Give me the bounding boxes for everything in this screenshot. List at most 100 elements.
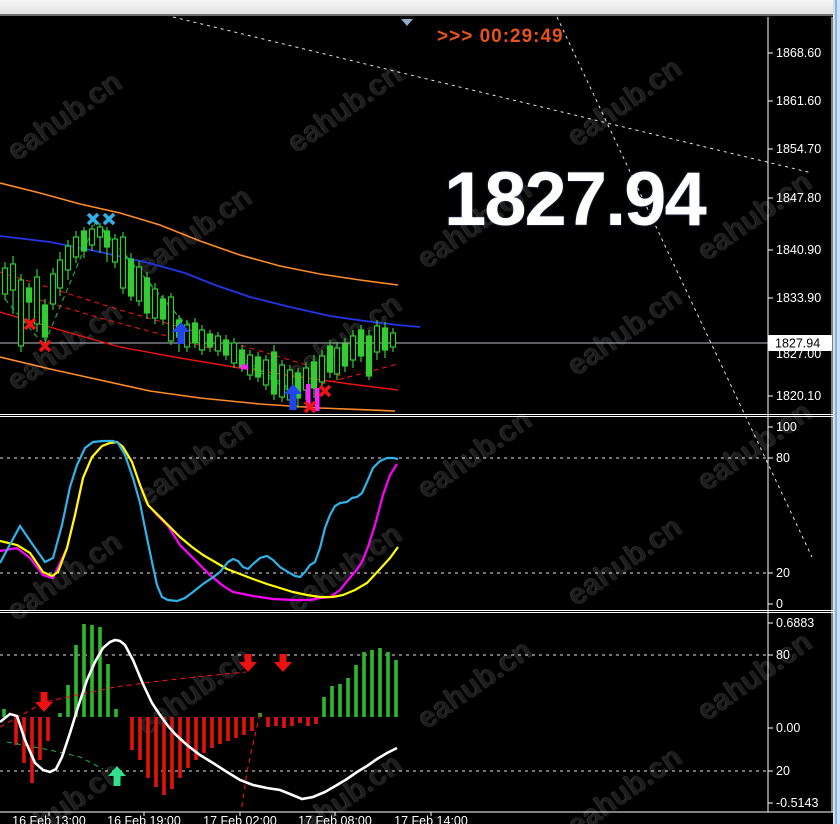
sell-arrow-red (274, 654, 292, 672)
stoch-line-yellow (0, 440, 399, 599)
histogram-bar (362, 652, 366, 717)
stoch-line-magenta (0, 440, 398, 602)
stoch-axis-label: 0 (776, 597, 783, 611)
histogram-bar (386, 652, 390, 717)
candle-body (56, 259, 64, 289)
histogram-bar (106, 664, 110, 717)
candle-body (111, 238, 119, 263)
candle-body (246, 354, 254, 376)
macd-axis-label: 20 (776, 764, 790, 778)
histogram-bar (58, 713, 62, 717)
signal-white-line (0, 638, 398, 801)
histogram-bar (154, 717, 158, 787)
scroll-marker-triangle (401, 19, 413, 26)
histogram-bar (330, 686, 334, 717)
macd-axis-label: 80 (776, 648, 790, 662)
candle-body (365, 335, 373, 377)
stoch-axis-label: 20 (776, 566, 790, 580)
candle-body (103, 230, 111, 248)
magenta-dot (241, 364, 248, 370)
histogram-bar (298, 717, 302, 723)
signal-dashed-red (0, 671, 247, 728)
candle-body (206, 333, 214, 348)
candle-body (262, 359, 270, 386)
candle-body (33, 276, 41, 325)
time-axis-label: 17 Feb 14:00 (394, 814, 468, 824)
candle-body (381, 327, 389, 351)
candle-body (333, 347, 341, 375)
histogram-bar (46, 717, 50, 741)
candle-body (341, 343, 349, 367)
macd-axis-label: 0.00 (776, 721, 800, 735)
period-separator-line (172, 16, 813, 174)
histogram-bar (178, 717, 182, 778)
price-axis-label: 1847.80 (776, 191, 821, 205)
sell-arrow-red (35, 692, 53, 712)
sell-arrow-red (239, 654, 257, 672)
histogram-bar (2, 709, 6, 717)
window-titlebar[interactable] (0, 0, 833, 16)
signal-dashed-green (6, 741, 104, 770)
time-axis-label: 16 Feb 13:00 (12, 814, 86, 824)
candle-body (96, 226, 104, 238)
histogram-bar (242, 717, 246, 735)
candle-body (191, 322, 199, 344)
candle-body (88, 228, 96, 246)
window-border-line (835, 0, 837, 824)
candle-body (318, 355, 326, 383)
candle-body (254, 356, 262, 378)
histogram-bar (98, 627, 102, 717)
price-axis-label: 1854.70 (776, 142, 821, 156)
histogram-bar (250, 717, 254, 731)
candle-body (151, 288, 159, 319)
histogram-bar (338, 684, 342, 717)
histogram-bar (282, 717, 286, 728)
candle-body (135, 266, 143, 302)
candle-body (326, 345, 334, 373)
candle-body (159, 298, 167, 320)
histogram-bar (146, 717, 150, 778)
candle-body (25, 287, 33, 303)
stoch-axis-label: 80 (776, 451, 790, 465)
histogram-bar (346, 678, 350, 717)
candle-body (72, 236, 80, 258)
histogram-bar (14, 717, 18, 745)
price-axis-label: 1868.60 (776, 46, 821, 60)
histogram-bar (378, 648, 382, 717)
histogram-bar (354, 665, 358, 717)
histogram-bar (370, 650, 374, 717)
candle-body (17, 279, 25, 347)
price-axis-label: 1820.10 (776, 389, 821, 403)
candle-body (143, 277, 151, 314)
candle-body (198, 329, 206, 351)
candle-body (80, 230, 88, 252)
candle-body (310, 361, 318, 389)
histogram-bar (186, 717, 190, 768)
candle-body (357, 329, 365, 357)
window-border (833, 0, 840, 824)
chart-canvas[interactable]: 1868.60 1861.60 1854.70 1847.80 1840.90 1833.… (0, 0, 840, 824)
candle-body (9, 263, 17, 291)
histogram-bar (162, 717, 166, 795)
price-axis-label: 1833.90 (776, 291, 821, 305)
histogram-bar (314, 717, 318, 724)
macd-axis-label: 0.6883 (776, 616, 814, 630)
histogram-bar (226, 717, 230, 741)
price-axis-label: 1840.90 (776, 243, 821, 257)
candle-body (119, 236, 127, 289)
histogram-bar (266, 717, 270, 727)
histogram-bar (322, 697, 326, 717)
time-axis-label: 17 Feb 08:00 (298, 814, 372, 824)
candle-body (373, 325, 381, 353)
histogram-bar (210, 717, 214, 748)
candle-body (214, 335, 222, 352)
candle-body (49, 273, 57, 305)
current-price-box-label: 1827.94 (775, 337, 820, 351)
candle-body (270, 351, 278, 395)
histogram-bar (66, 685, 70, 717)
stoch-line-blue (0, 439, 399, 603)
histogram-bar (82, 624, 86, 717)
candle-body (1, 267, 9, 295)
histogram-bar (138, 717, 142, 760)
candle-body (238, 349, 246, 368)
